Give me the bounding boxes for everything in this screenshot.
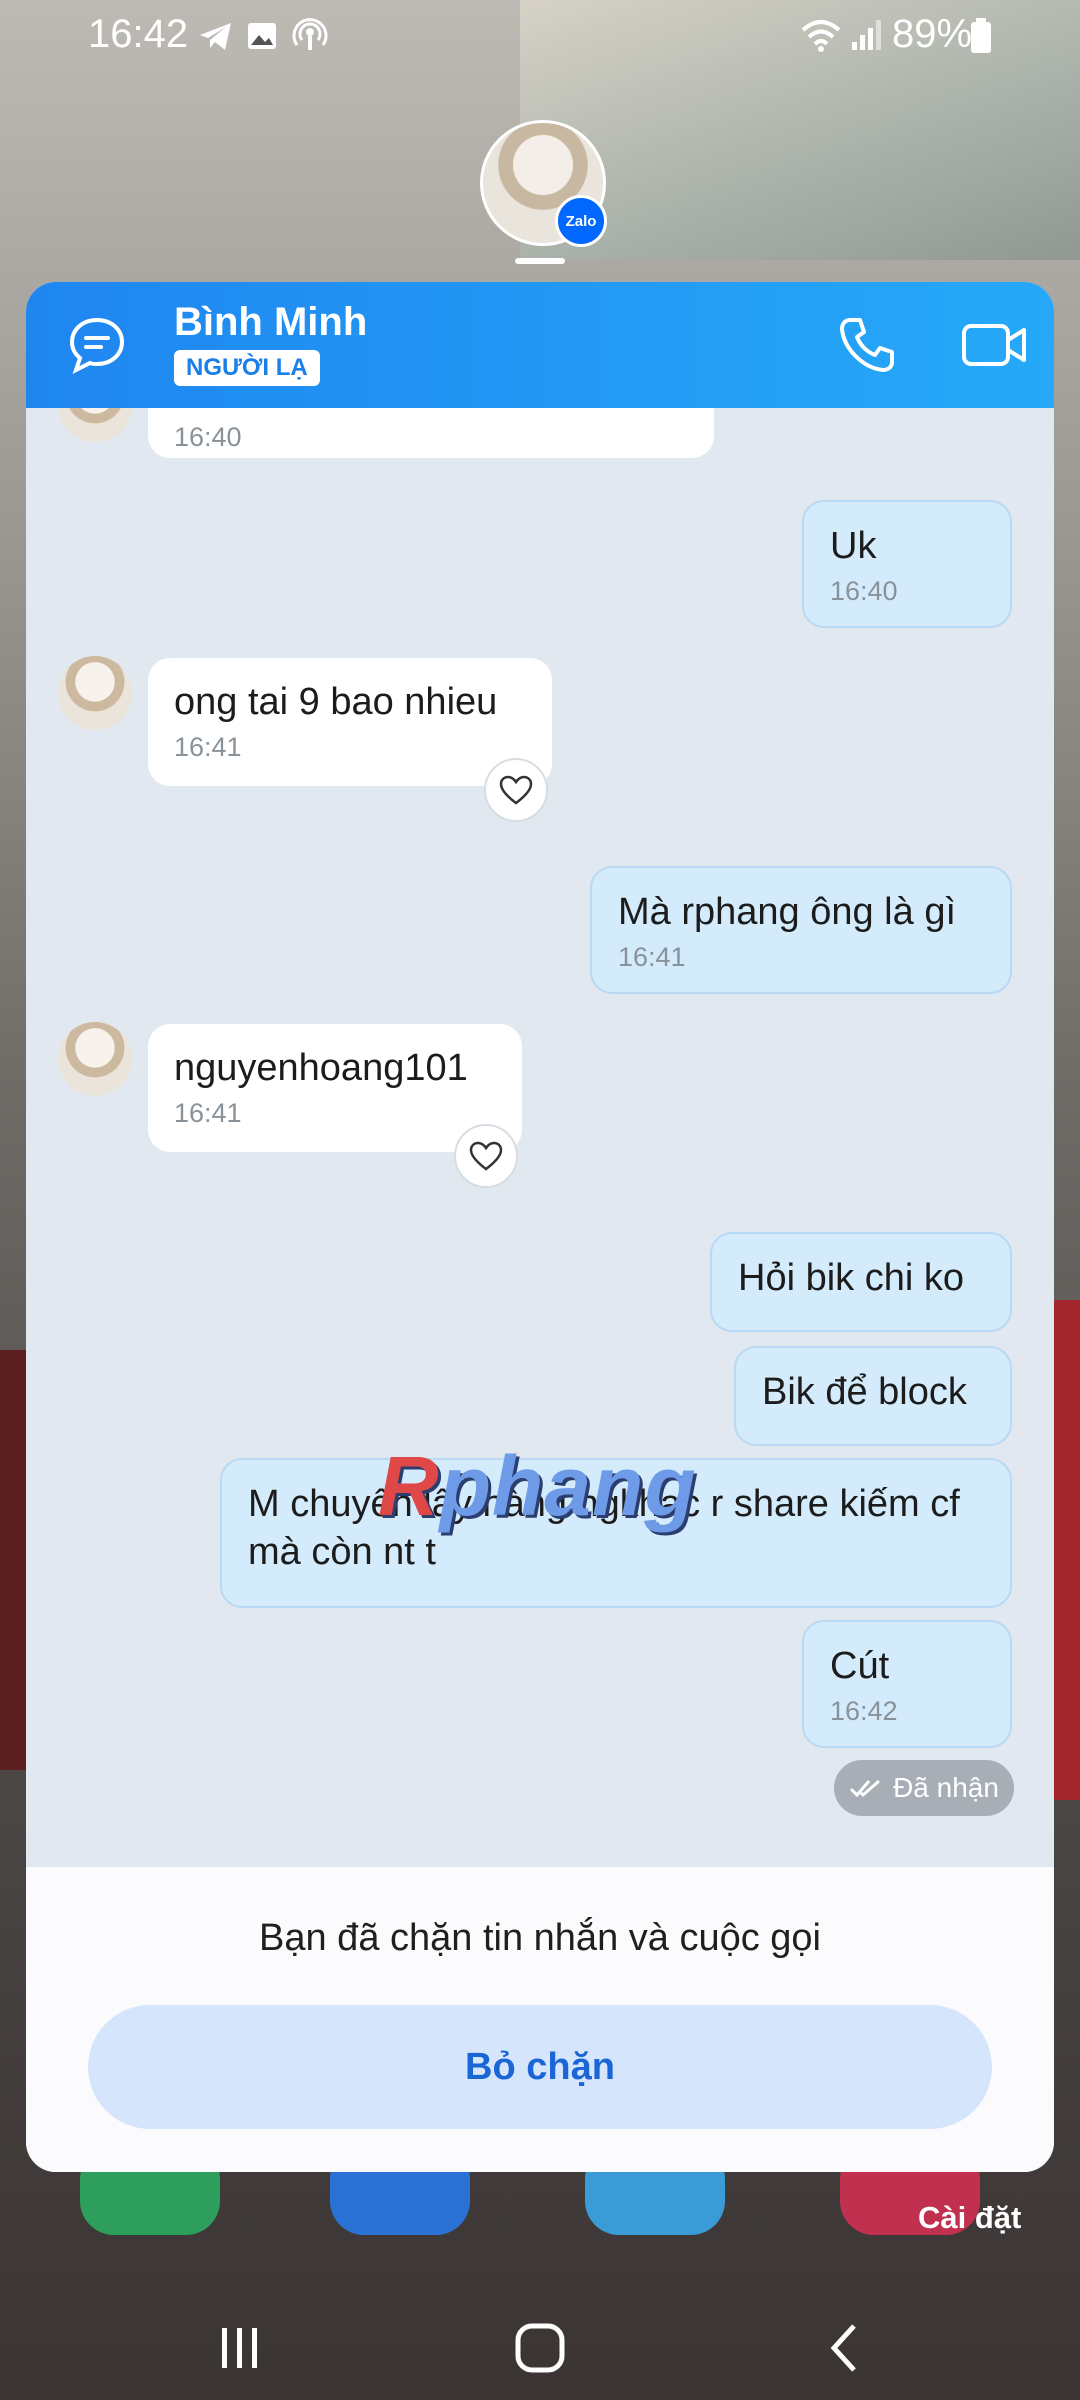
recent-apps-button[interactable] (200, 2318, 280, 2378)
message-text: Cút (830, 1645, 890, 1687)
home-icon (515, 2323, 565, 2373)
message-bubble-incoming[interactable]: ong tai 9 bao nhieu 16:41 (148, 658, 552, 786)
zalo-badge: Zalo (555, 195, 607, 247)
message-time: 16:40 (830, 576, 898, 606)
message-bubble-outgoing[interactable]: Uk 16:40 (802, 500, 1012, 628)
recent-apps-icon (222, 2328, 257, 2368)
react-heart-button[interactable] (484, 758, 548, 822)
back-icon (830, 2324, 856, 2372)
blocked-footer: Bạn đã chặn tin nhắn và cuộc gọi Bỏ chặn (26, 1867, 1054, 2172)
message-time: 16:41 (174, 732, 242, 762)
avatar[interactable] (58, 656, 132, 730)
message-time: 16:40 (174, 422, 242, 452)
chat-window: Bình Minh NGƯỜI LẠ 16:40 Uk 16:40 ong ta… (26, 282, 1054, 2172)
image-icon (248, 23, 276, 49)
chat-header: Bình Minh NGƯỜI LẠ (26, 282, 1054, 408)
navigation-bar (0, 2290, 1080, 2400)
message-time: 16:42 (830, 1696, 898, 1726)
status-bar: 16:42 89% (0, 0, 1080, 72)
delivery-status-badge: Đã nhận (834, 1760, 1014, 1816)
heart-icon (499, 775, 533, 805)
message-bubble-outgoing[interactable]: Mà rphang ông là gì 16:41 (590, 866, 1012, 994)
message-text: Hỏi bik chi ko (738, 1257, 964, 1299)
stranger-badge: NGƯỜI LẠ (174, 350, 320, 386)
telegram-icon (200, 23, 231, 50)
unblock-button[interactable]: Bỏ chặn (88, 2005, 992, 2129)
video-call-icon[interactable] (960, 314, 1030, 376)
message-text (174, 408, 688, 416)
message-bubble-outgoing[interactable]: Bik để block (734, 1346, 1012, 1446)
react-heart-button[interactable] (454, 1124, 518, 1188)
message-list[interactable]: 16:40 Uk 16:40 ong tai 9 bao nhieu 16:41… (26, 408, 1054, 1868)
message-text: Uk (830, 525, 877, 567)
message-time: 16:41 (174, 1098, 242, 1128)
message-bubble-outgoing[interactable]: Cút 16:42 (802, 1620, 1012, 1748)
heart-icon (469, 1141, 503, 1171)
message-text: Mà rphang ông là gì (618, 891, 957, 933)
settings-link[interactable]: Cài đặt (918, 2200, 1021, 2236)
hotspot-icon (292, 18, 328, 50)
message-text: nguyenhoang101 (174, 1047, 468, 1089)
home-button[interactable] (500, 2318, 580, 2378)
message-bubble-outgoing[interactable]: Hỏi bik chi ko (710, 1232, 1012, 1332)
message-bubble-incoming[interactable]: 16:40 (148, 408, 714, 458)
message-text: ong tai 9 bao nhieu (174, 681, 498, 723)
double-check-icon (850, 1779, 881, 1798)
message-text: Bik để block (762, 1371, 967, 1413)
blocked-notice: Bạn đã chặn tin nhắn và cuộc gọi (259, 1917, 821, 1959)
battery-percent: 89% (892, 12, 973, 56)
delivery-status-text: Đã nhận (893, 1772, 999, 1803)
watermark-rest: phang (439, 1439, 697, 1533)
contact-name: Bình Minh (174, 300, 368, 344)
drag-handle[interactable] (515, 258, 565, 264)
message-time: 16:41 (618, 942, 686, 972)
signal-icon (852, 20, 881, 50)
back-button[interactable] (804, 2318, 884, 2378)
phone-call-icon[interactable] (836, 314, 898, 376)
avatar[interactable] (58, 408, 132, 442)
avatar[interactable] (58, 1022, 132, 1096)
watermark-first: R (378, 1439, 440, 1533)
status-time: 16:42 (88, 12, 189, 56)
wifi-icon (801, 20, 841, 52)
watermark: Rphang (378, 1438, 697, 1535)
battery-icon (971, 18, 991, 53)
chat-bubble-icon[interactable] (66, 314, 128, 376)
